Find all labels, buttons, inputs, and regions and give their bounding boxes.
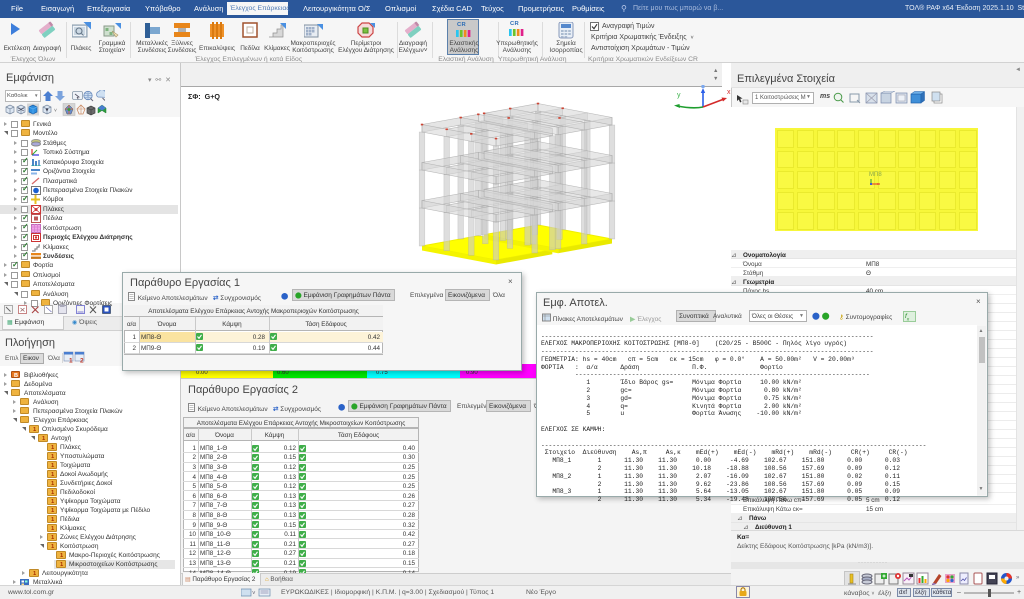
svg-text:˅: ˅ (252, 591, 256, 597)
svg-text:˅: ˅ (54, 108, 57, 114)
svg-text:»: » (1016, 575, 1020, 581)
svg-text:1: 1 (69, 358, 73, 365)
svg-text:2: 2 (80, 358, 84, 365)
